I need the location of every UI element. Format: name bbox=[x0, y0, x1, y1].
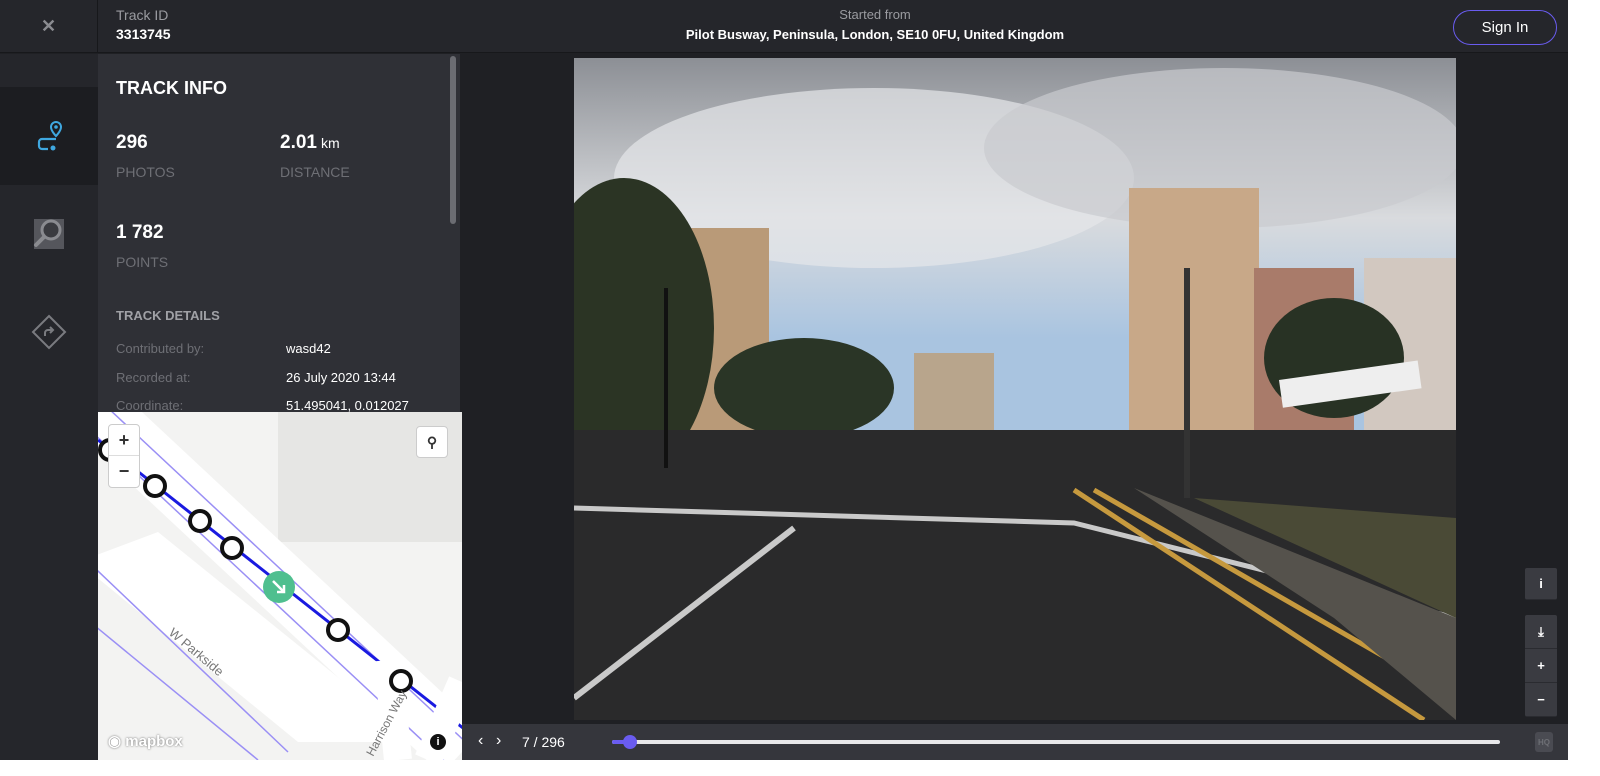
photo-counter: 7 / 296 bbox=[522, 734, 565, 750]
track-info-panel: TRACK INFO 296 PHOTOS 2.01 km DISTANCE 1 … bbox=[98, 54, 460, 412]
sign-in-button[interactable]: Sign In bbox=[1453, 10, 1557, 45]
street-photo-image bbox=[574, 58, 1456, 720]
started-from-label: Started from bbox=[839, 7, 911, 22]
photos-label: PHOTOS bbox=[116, 164, 175, 180]
stat-distance: 2.01 km DISTANCE bbox=[280, 132, 350, 180]
zoom-out-button[interactable]: − bbox=[1525, 683, 1557, 717]
track-route-icon bbox=[37, 120, 63, 151]
track-id-value: 3313745 bbox=[116, 26, 171, 42]
sidebar-item-directions[interactable] bbox=[0, 283, 98, 381]
close-button[interactable]: ✕ bbox=[0, 0, 98, 53]
route-icon: ⚲ bbox=[426, 433, 438, 450]
photo-slider[interactable] bbox=[612, 735, 1500, 749]
download-button[interactable]: ⤓ bbox=[1525, 615, 1557, 649]
previous-photo-button[interactable]: ‹ bbox=[478, 732, 483, 750]
mapbox-logo: ◉ mapbox bbox=[108, 733, 183, 750]
track-details-title: TRACK DETAILS bbox=[116, 308, 220, 323]
photo-info-button[interactable]: i bbox=[1525, 568, 1557, 600]
points-label: POINTS bbox=[116, 254, 169, 270]
map-search-icon bbox=[34, 219, 64, 249]
detail-value: 51.495041, 0.012027 bbox=[286, 398, 409, 412]
map-canvas: W Parkside Harrison Way bbox=[98, 412, 462, 760]
stat-points: 1 782 POINTS bbox=[116, 222, 168, 270]
map-zoom-out-button[interactable]: − bbox=[119, 456, 130, 487]
detail-key: Recorded at: bbox=[116, 370, 191, 385]
distance-unit: km bbox=[320, 135, 340, 151]
close-icon: ✕ bbox=[40, 16, 57, 36]
slider-thumb[interactable] bbox=[623, 735, 638, 749]
photo-viewer: i ⤓ + − bbox=[462, 54, 1568, 724]
hq-toggle[interactable]: HQ bbox=[1535, 732, 1553, 752]
scrollbar[interactable] bbox=[450, 56, 456, 224]
map-zoom-control: + − bbox=[108, 424, 140, 488]
photos-value: 296 bbox=[116, 132, 148, 153]
sidebar-rail bbox=[0, 54, 98, 760]
track-id: Track ID 3313745 bbox=[116, 7, 171, 42]
map-info-button[interactable]: i bbox=[430, 734, 446, 750]
distance-value: 2.01 bbox=[280, 132, 317, 153]
map[interactable]: W Parkside Harrison Way + − ⚲ ◉ mapbox i bbox=[98, 412, 462, 760]
track-info-title: TRACK INFO bbox=[116, 78, 227, 98]
directions-icon bbox=[31, 314, 67, 350]
playback-bar: ‹ › 7 / 296 HQ bbox=[462, 724, 1568, 760]
detail-key: Contributed by: bbox=[116, 341, 205, 356]
sidebar-item-map-search[interactable] bbox=[0, 185, 98, 283]
next-photo-button[interactable]: › bbox=[496, 732, 501, 750]
zoom-in-button[interactable]: + bbox=[1525, 649, 1557, 683]
top-bar: ✕ Track ID 3313745 Started from Pilot Bu… bbox=[0, 0, 1568, 53]
stat-photos: 296 PHOTOS bbox=[116, 132, 175, 180]
distance-label: DISTANCE bbox=[280, 164, 350, 180]
street-photo[interactable] bbox=[574, 58, 1456, 720]
detail-key: Coordinate: bbox=[116, 398, 184, 412]
app: ✕ Track ID 3313745 Started from Pilot Bu… bbox=[0, 0, 1568, 760]
map-zoom-in-button[interactable]: + bbox=[109, 425, 139, 457]
route-toggle-button[interactable]: ⚲ bbox=[416, 426, 448, 458]
detail-value: wasd42 bbox=[286, 341, 331, 356]
points-value: 1 782 bbox=[116, 222, 164, 243]
track-id-label: Track ID bbox=[116, 7, 169, 23]
started-from-value: Pilot Busway, Peninsula, London, SE10 0F… bbox=[685, 27, 1065, 42]
detail-value: 26 July 2020 13:44 bbox=[286, 370, 396, 385]
sidebar-item-track-info[interactable] bbox=[0, 87, 98, 185]
started-from: Started from Pilot Busway, Peninsula, Lo… bbox=[560, 7, 1190, 42]
